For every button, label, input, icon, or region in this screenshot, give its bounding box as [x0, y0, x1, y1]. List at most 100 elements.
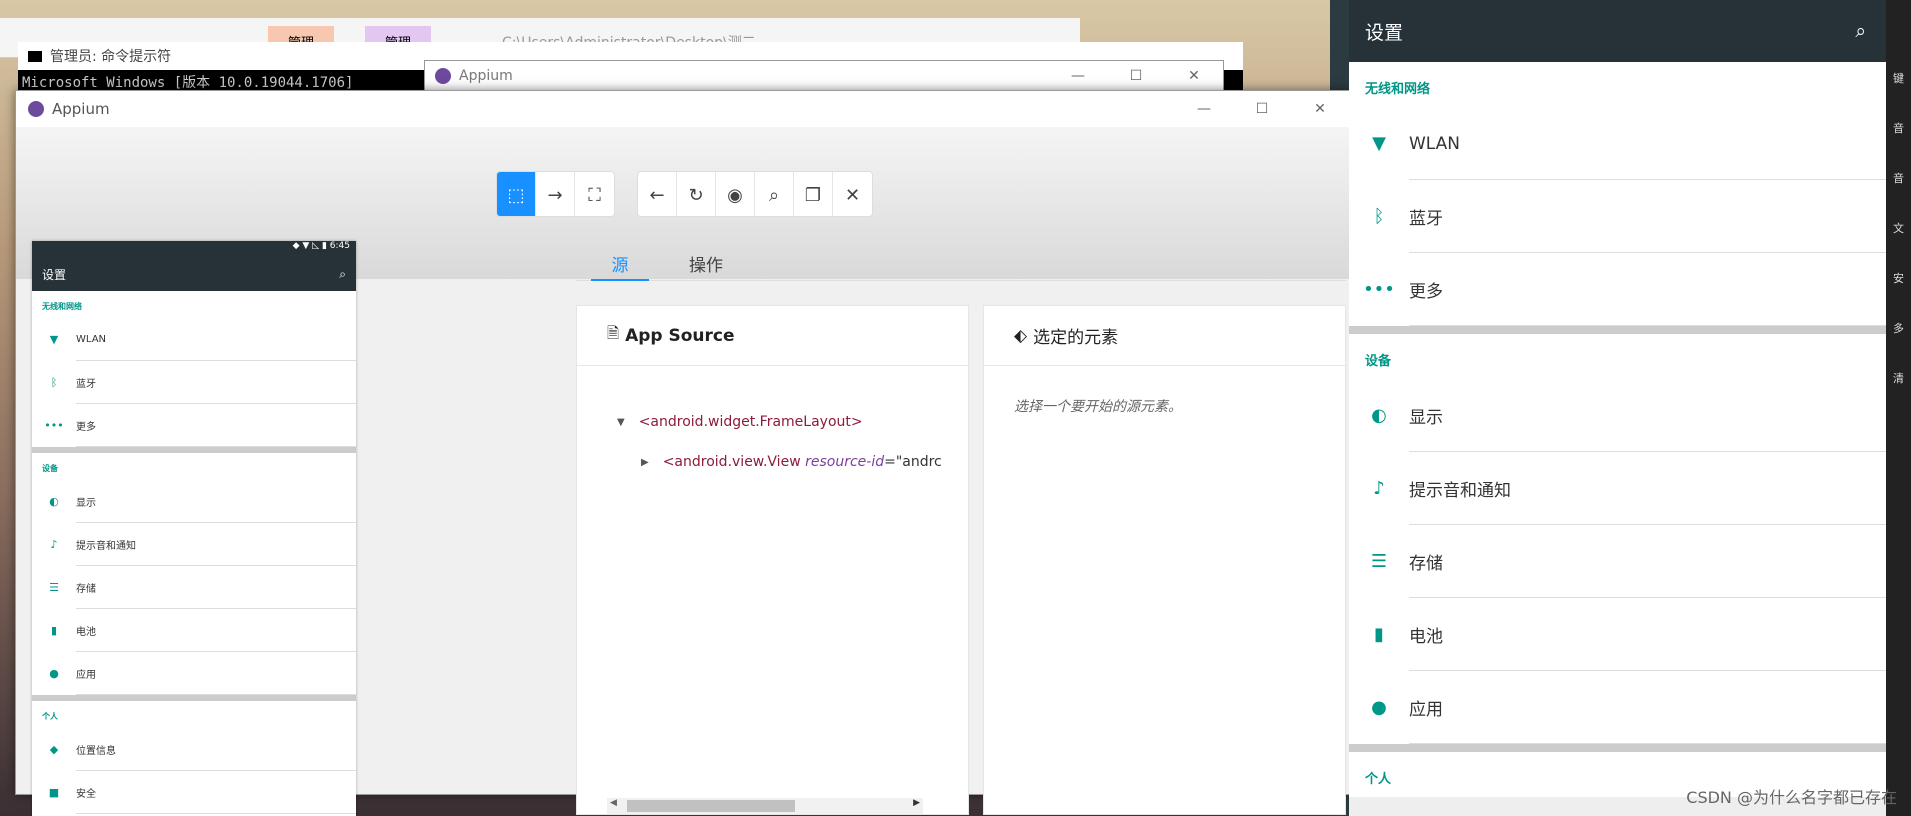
bell-icon: ♪ [1373, 478, 1385, 499]
refresh-button[interactable]: ↻ [677, 172, 716, 216]
phone-item-display[interactable]: ◐ 显示 [32, 480, 356, 523]
android-item-wlan[interactable]: ▼ WLAN [1349, 107, 1886, 180]
phone-item-bluetooth[interactable]: ᛒ 蓝牙 [32, 361, 356, 404]
lock-icon: ■ [48, 786, 60, 799]
android-item-apps[interactable]: ● 应用 [1349, 671, 1886, 744]
android-item-bluetooth[interactable]: ᛒ 蓝牙 [1349, 180, 1886, 253]
copy-xml-button[interactable]: ❐ [794, 172, 833, 216]
cursor-select-icon: ⬚ [507, 184, 525, 206]
close-button[interactable]: ✕ [1165, 61, 1223, 91]
maximize-button[interactable]: ☐ [1233, 94, 1291, 124]
android-item-label: 存储 [1409, 554, 1443, 574]
appium-title: Appium [52, 100, 110, 118]
phone-item-location[interactable]: ◆ 位置信息 [32, 728, 356, 771]
appium-logo-icon [435, 68, 451, 84]
arrow-right-icon: → [547, 184, 563, 206]
battery-icon: ▮ [50, 624, 58, 637]
toggle-visibility-button[interactable]: ◉ [716, 172, 755, 216]
android-item-label: WLAN [1409, 133, 1461, 154]
device-screenshot[interactable]: ◆ ▼ ◺ ▮ 6:45 设置 ⌕ 无线和网络 ▼ WLAN ᛒ 蓝牙 ••• 更多 … [32, 241, 356, 816]
horizontal-scrollbar[interactable]: ◀ ▶ [607, 798, 923, 814]
display-icon: ◐ [1371, 405, 1387, 426]
phone-item-apps[interactable]: ● 应用 [32, 652, 356, 695]
appium-inspector-window[interactable]: Appium — ☐ ✕ ⬚ → ⛶ ← ↻ ◉ ⌕ ❐ ✕ ◆ ▼ ◺ ▮ 6… [15, 90, 1350, 816]
file-icon: 🗎 [607, 324, 620, 342]
phone-section-header: 无线和网络 [42, 302, 82, 311]
android-icon: ● [1371, 697, 1387, 718]
app-source-panel: 🗎 App Source ▼ <android.widget.FrameLayo… [576, 305, 969, 815]
app-source-header: 🗎 App Source [577, 306, 968, 366]
battery-icon: ▮ [1374, 624, 1384, 645]
refresh-icon: ↻ [688, 184, 704, 206]
android-item-battery[interactable]: ▮ 电池 [1349, 598, 1886, 671]
android-item-label: 更多 [1409, 282, 1443, 302]
more-icon: ••• [44, 419, 64, 432]
tree-node-view[interactable]: ▶ <android.view.View resource-id ="andrc [617, 442, 968, 482]
selected-element-header: ⬖ 选定的元素 [984, 306, 1345, 366]
phone-item-storage[interactable]: ☰ 存储 [32, 566, 356, 609]
phone-item-more[interactable]: ••• 更多 [32, 404, 356, 447]
appium-back-title: Appium [459, 68, 513, 84]
phone-status-bar: ◆ ▼ ◺ ▮ 6:45 [32, 241, 356, 257]
side-panel-strip: 键 音 音 文 安 多 清 [1886, 0, 1911, 816]
divider [1349, 326, 1886, 334]
android-item-label: 应用 [1409, 700, 1443, 720]
battery-icon: ▮ [321, 241, 327, 251]
appium-titlebar[interactable]: Appium [16, 91, 1349, 127]
phone-item-label: 位置信息 [76, 746, 116, 757]
select-element-button[interactable]: ⬚ [497, 172, 536, 216]
appium-back-window[interactable]: Appium — ☐ ✕ [424, 60, 1224, 94]
tree-node-attr: resource-id [805, 454, 885, 470]
tree-node-framelayout[interactable]: ▼ <android.widget.FrameLayout> [617, 402, 968, 442]
tab-actions[interactable]: 操作 [676, 251, 736, 281]
selected-element-title: 选定的元素 [1033, 328, 1119, 348]
wifi-icon: ▼ [1372, 133, 1386, 154]
source-tree: ▼ <android.widget.FrameLayout> ▶ <androi… [577, 366, 968, 482]
search-icon[interactable]: ⌕ [339, 267, 346, 282]
swipe-button[interactable]: → [536, 172, 575, 216]
phone-item-wlan[interactable]: ▼ WLAN [32, 318, 356, 361]
scroll-right-icon[interactable]: ▶ [913, 798, 920, 808]
caret-right-icon[interactable]: ▶ [641, 457, 649, 468]
close-button[interactable]: ✕ [1291, 94, 1349, 124]
scroll-left-icon[interactable]: ◀ [610, 798, 617, 808]
storage-icon: ☰ [49, 581, 59, 594]
display-icon: ◐ [49, 495, 59, 508]
bell-icon: ♪ [50, 538, 58, 551]
side-label: 音 [1893, 172, 1904, 185]
quit-session-button[interactable]: ✕ [833, 172, 872, 216]
search-button[interactable]: ⌕ [755, 172, 794, 216]
phone-item-label: 电池 [76, 627, 96, 638]
android-item-label: 显示 [1409, 408, 1443, 428]
minimize-button[interactable]: — [1049, 61, 1107, 91]
tap-button[interactable]: ⛶ [575, 172, 614, 216]
phone-item-battery[interactable]: ▮ 电池 [32, 609, 356, 652]
tab-source[interactable]: 源 [591, 251, 649, 281]
android-item-display[interactable]: ◐ 显示 [1349, 379, 1886, 452]
scrollbar-thumb[interactable] [627, 800, 795, 812]
inspector-tabs: 源 操作 [576, 251, 1346, 281]
tree-node-attr-value: ="andrc [884, 454, 942, 470]
back-button[interactable]: ← [638, 172, 677, 216]
location-icon: ◆ [292, 241, 300, 251]
caret-down-icon[interactable]: ▼ [617, 417, 625, 428]
phone-section-header: 设备 [42, 464, 58, 473]
eye-icon: ◉ [727, 184, 743, 206]
android-item-more[interactable]: ••• 更多 [1349, 253, 1886, 326]
phone-item-security[interactable]: ■ 安全 [32, 771, 356, 814]
android-item-label: 电池 [1409, 627, 1443, 647]
android-item-sound[interactable]: ♪ 提示音和通知 [1349, 452, 1886, 525]
maximize-button[interactable]: ☐ [1107, 61, 1165, 91]
android-settings-window[interactable]: 设置 ⌕ 无线和网络 ▼ WLAN ᛒ 蓝牙 ••• 更多 设备 ◐ 显示 ♪ 提示音和通… [1349, 0, 1886, 816]
more-icon: ••• [1363, 279, 1395, 300]
search-icon[interactable]: ⌕ [1855, 20, 1866, 42]
phone-item-label: 存储 [76, 584, 96, 595]
minimize-button[interactable]: — [1175, 94, 1233, 124]
phone-item-label: 应用 [76, 670, 96, 681]
android-item-storage[interactable]: ☰ 存储 [1349, 525, 1886, 598]
phone-item-label: 提示音和通知 [76, 541, 136, 552]
side-label: 清 [1893, 372, 1904, 385]
phone-item-sound[interactable]: ♪ 提示音和通知 [32, 523, 356, 566]
android-section-header: 无线和网络 [1349, 62, 1886, 107]
phone-section-header: 个人 [42, 712, 58, 721]
